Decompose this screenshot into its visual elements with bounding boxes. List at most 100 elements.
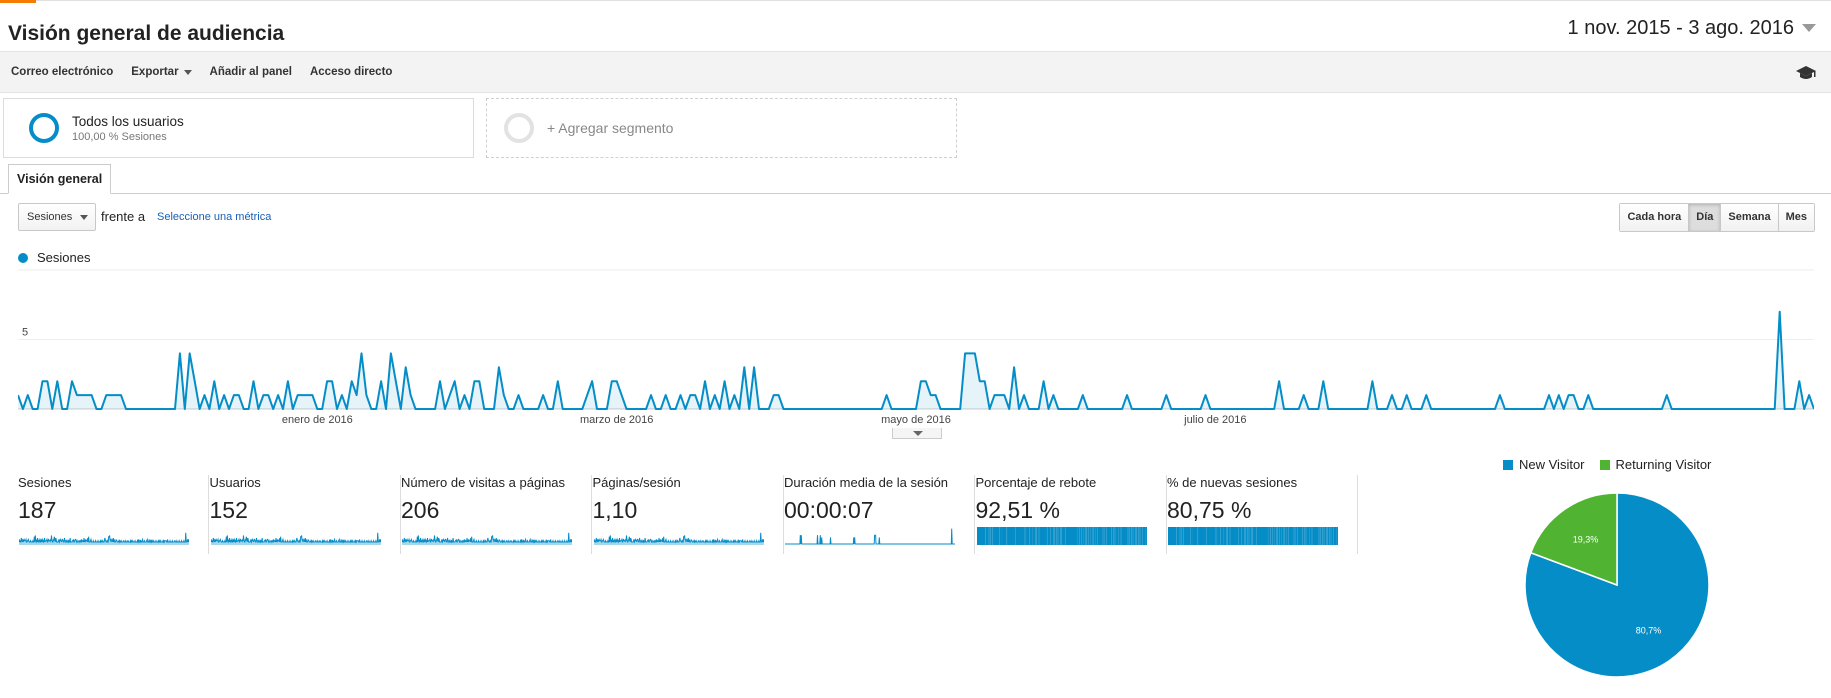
add-to-dashboard-button[interactable]: Añadir al panel	[210, 66, 292, 78]
email-button[interactable]: Correo electrónico	[11, 66, 113, 78]
series-area	[18, 311, 1814, 409]
spark-bar	[1293, 527, 1295, 545]
period-hourly-button[interactable]: Cada hora	[1620, 204, 1689, 231]
spark-bar	[1050, 527, 1052, 545]
spark-bar	[1101, 527, 1103, 545]
spark-bar	[1215, 527, 1217, 545]
sparkline	[402, 532, 572, 545]
select-metric-link[interactable]: Seleccione una métrica	[157, 211, 271, 223]
segment-all-users[interactable]: Todos los usuarios 100,00 % Sesiones	[3, 98, 474, 158]
spark-bar	[1301, 527, 1303, 545]
spark-bar	[1051, 527, 1053, 545]
period-day-button[interactable]: Día	[1688, 204, 1721, 231]
spark-bar	[1143, 527, 1145, 545]
spark-bar	[1129, 527, 1131, 545]
metric-card[interactable]: Número de visitas a páginas 206	[401, 475, 592, 554]
spark-bar	[1112, 527, 1114, 545]
spark-bar	[1132, 527, 1134, 545]
metric-card[interactable]: Sesiones 187	[18, 475, 209, 554]
spark-bar	[1226, 527, 1228, 545]
spark-bar	[1079, 527, 1081, 545]
legend-series-name: Sesiones	[37, 250, 91, 265]
metric-card[interactable]: Usuarios 152	[210, 475, 401, 554]
sparkline	[785, 528, 955, 545]
spark-bar	[1181, 527, 1184, 545]
metric-value: 206	[401, 497, 440, 523]
segment-name: Todos los usuarios	[72, 113, 184, 129]
spark-bar	[1311, 527, 1313, 545]
y-tick-label: 5	[22, 327, 28, 339]
metric-card[interactable]: Porcentaje de rebote 92,51 %	[976, 475, 1167, 554]
spark-bar	[1146, 527, 1147, 545]
pie-legend-returning: Returning Visitor	[1599, 457, 1711, 472]
metric-select[interactable]: Sesiones	[18, 203, 96, 231]
y-tick-label: 10	[22, 268, 34, 269]
top-divider	[36, 0, 1831, 3]
spark-bar	[1037, 527, 1039, 545]
tab-overview[interactable]: Visión general	[8, 164, 112, 194]
visitor-type-pie[interactable]: 80,7% 19,3%	[1522, 490, 1712, 680]
spark-bar	[1245, 527, 1248, 545]
sparkline	[210, 532, 381, 545]
spark-bar	[1140, 527, 1142, 545]
export-label: Exportar	[131, 66, 179, 78]
spark-bar	[1055, 527, 1057, 545]
spark-bar	[1137, 527, 1139, 545]
spark-bar	[1126, 527, 1128, 545]
spark-bar	[1248, 527, 1250, 545]
legend-swatch	[1599, 459, 1610, 470]
spark-line	[19, 532, 189, 544]
add-segment-button[interactable]: + Agregar segmento	[486, 98, 957, 158]
spark-bar	[1036, 527, 1038, 545]
spark-bar	[1269, 527, 1271, 545]
spark-bar	[1090, 527, 1092, 545]
export-button[interactable]: Exportar	[131, 66, 192, 78]
spark-bar	[1125, 527, 1127, 545]
spark-bar	[1057, 527, 1059, 545]
spark-bar	[1058, 527, 1060, 545]
spark-bar	[1266, 527, 1268, 545]
metric-value: 80,75 %	[1167, 497, 1252, 523]
spark-bar	[1130, 527, 1133, 545]
spark-bar	[1128, 527, 1130, 545]
legend-dot	[18, 252, 28, 263]
spark-bar	[1323, 527, 1325, 545]
chart-collapse-handle[interactable]	[892, 428, 942, 439]
spark-bar	[1089, 527, 1091, 545]
metric-card[interactable]: Páginas/sesión 1,10	[593, 475, 784, 554]
metric-card[interactable]: Duración media de la sesión 00:00:07	[784, 475, 975, 554]
spark-bar	[1227, 527, 1230, 545]
spark-bar	[1332, 527, 1334, 545]
spark-bar	[1139, 527, 1141, 545]
period-week-button[interactable]: Semana	[1720, 204, 1778, 231]
period-month-button[interactable]: Mes	[1777, 204, 1814, 231]
metric-value: 00:00:07	[784, 497, 874, 523]
metric-name: Usuarios	[209, 475, 261, 490]
spark-line	[210, 532, 381, 544]
chevron-down-icon	[1802, 24, 1816, 32]
spark-bar	[1174, 527, 1177, 545]
spark-bar	[1109, 527, 1112, 545]
spark-bar	[1250, 527, 1252, 545]
sessions-line-chart[interactable]: 5 10 enero de 2016 marzo de 2016 mayo de 201…	[18, 268, 1814, 430]
spark-bar	[1334, 527, 1337, 545]
metric-card[interactable]: % de nuevas sesiones 80,75 %	[1167, 475, 1358, 554]
spark-bar	[1119, 527, 1121, 545]
spark-bar	[1240, 527, 1242, 545]
graduation-cap-icon[interactable]	[1795, 64, 1817, 87]
spark-bar	[1219, 527, 1221, 545]
spark-bar	[1241, 527, 1243, 545]
spark-bar	[1033, 527, 1035, 545]
spark-bar	[1030, 527, 1032, 545]
spark-bar	[1116, 527, 1119, 545]
date-range-picker[interactable]: 1 nov. 2015 - 3 ago. 2016	[1562, 14, 1821, 42]
metric-name: % de nuevas sesiones	[1167, 475, 1298, 490]
spark-bar	[1104, 527, 1106, 545]
spark-bar	[1291, 527, 1293, 545]
segment-ring-icon	[29, 113, 59, 143]
spark-bar	[1052, 527, 1055, 545]
spark-line	[402, 532, 572, 544]
spark-bar	[1294, 527, 1296, 545]
spark-bar	[1100, 527, 1102, 545]
shortcut-button[interactable]: Acceso directo	[310, 66, 392, 78]
